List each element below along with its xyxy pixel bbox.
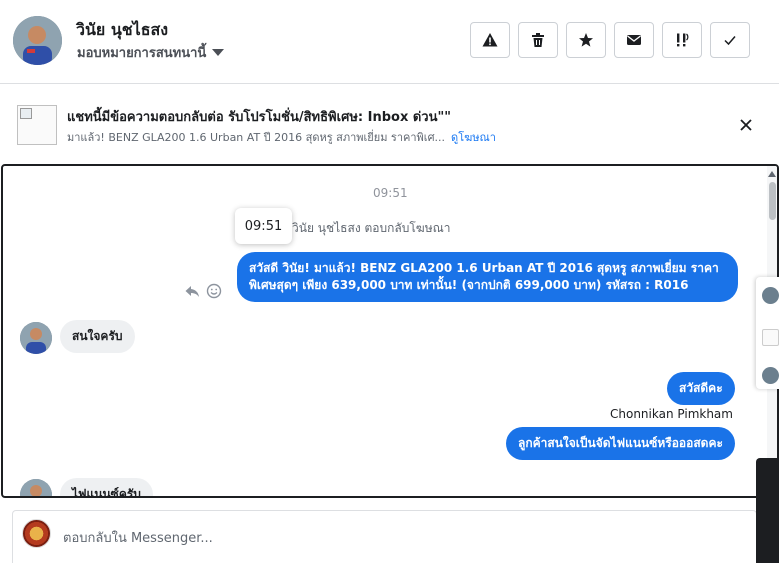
done-button[interactable] xyxy=(710,22,750,58)
user-avatar[interactable] xyxy=(13,16,62,65)
ad-description: มาแล้ว! BENZ GLA200 1.6 Urban AT ปี 2016… xyxy=(67,131,446,144)
ad-thumbnail xyxy=(17,105,57,145)
trash-icon xyxy=(532,33,544,47)
message-thread[interactable]: 09:51 วินัย นุชไธสง ตอบกลับโฆษณา 09:51 ส… xyxy=(1,164,779,498)
customer-avatar xyxy=(20,479,52,496)
view-ad-link[interactable]: ดูโฆษณา xyxy=(451,131,496,144)
time-tooltip: 09:51 xyxy=(235,208,292,244)
ad-reply-note: วินัย นุชไธสง ตอบกลับโฆษณา xyxy=(292,221,451,235)
side-thumbnail xyxy=(762,329,779,346)
conversation-toolbar xyxy=(470,22,750,58)
side-avatar[interactable] xyxy=(762,287,779,304)
envelope-icon xyxy=(627,35,641,45)
reply-icon[interactable] xyxy=(184,283,200,299)
mark-unread-button[interactable] xyxy=(614,22,654,58)
side-card xyxy=(756,277,779,389)
conversation-header: วินัย นุชไธสง มอบหมายการสนทนานี้ xyxy=(0,0,779,84)
message-bubble-outgoing[interactable]: สวัสดี วินัย! มาแล้ว! BENZ GLA200 1.6 Ur… xyxy=(237,252,738,302)
sender-name: Chonnikan Pimkham xyxy=(610,407,733,421)
follow-up-button[interactable] xyxy=(662,22,702,58)
side-panel xyxy=(756,277,779,563)
emoji-reaction-icon[interactable] xyxy=(206,283,222,299)
follow-up-icon xyxy=(677,33,689,47)
ad-title: แชทนี้มีข้อความตอบกลับต่อ รับโปรโมชั่น/ส… xyxy=(67,110,452,125)
side-avatar[interactable] xyxy=(762,367,779,384)
assign-conversation-dropdown[interactable]: มอบหมายการสนทนานี้ xyxy=(77,42,225,63)
message-actions xyxy=(184,283,222,299)
assign-label: มอบหมายการสนทนานี้ xyxy=(77,46,207,61)
delete-button[interactable] xyxy=(518,22,558,58)
side-dark-panel xyxy=(756,458,779,563)
scroll-up-icon[interactable] xyxy=(768,171,776,177)
ad-subtitle: มาแล้ว! BENZ GLA200 1.6 Urban AT ปี 2016… xyxy=(67,128,496,146)
timestamp: 09:51 xyxy=(373,186,408,200)
ad-reply-banner: แชทนี้มีข้อความตอบกลับต่อ รับโปรโมชั่น/ส… xyxy=(0,85,779,163)
page-avatar xyxy=(22,519,51,548)
star-icon xyxy=(579,33,593,47)
star-button[interactable] xyxy=(566,22,606,58)
spam-button[interactable] xyxy=(470,22,510,58)
message-bubble-outgoing[interactable]: ลูกค้าสนใจเป็นจัดไฟแนนซ์หรือออสดคะ xyxy=(506,427,735,460)
message-bubble-incoming[interactable]: สนใจครับ xyxy=(60,320,135,353)
reply-input[interactable]: ตอบกลับใน Messenger... xyxy=(63,527,213,548)
check-icon xyxy=(724,36,736,46)
reply-composer[interactable]: ตอบกลับใน Messenger... xyxy=(12,510,757,563)
warning-icon xyxy=(482,33,498,47)
user-name[interactable]: วินัย นุชไธสง xyxy=(76,18,168,43)
caret-down-icon xyxy=(212,49,225,56)
message-bubble-incoming[interactable]: ไฟแนนซ์ครับ xyxy=(60,478,153,496)
message-bubble-outgoing[interactable]: สวัสดีคะ xyxy=(667,372,735,405)
close-banner-button[interactable] xyxy=(736,115,756,135)
scroll-thumb[interactable] xyxy=(769,182,776,220)
close-icon xyxy=(740,119,752,131)
customer-avatar xyxy=(20,322,52,354)
